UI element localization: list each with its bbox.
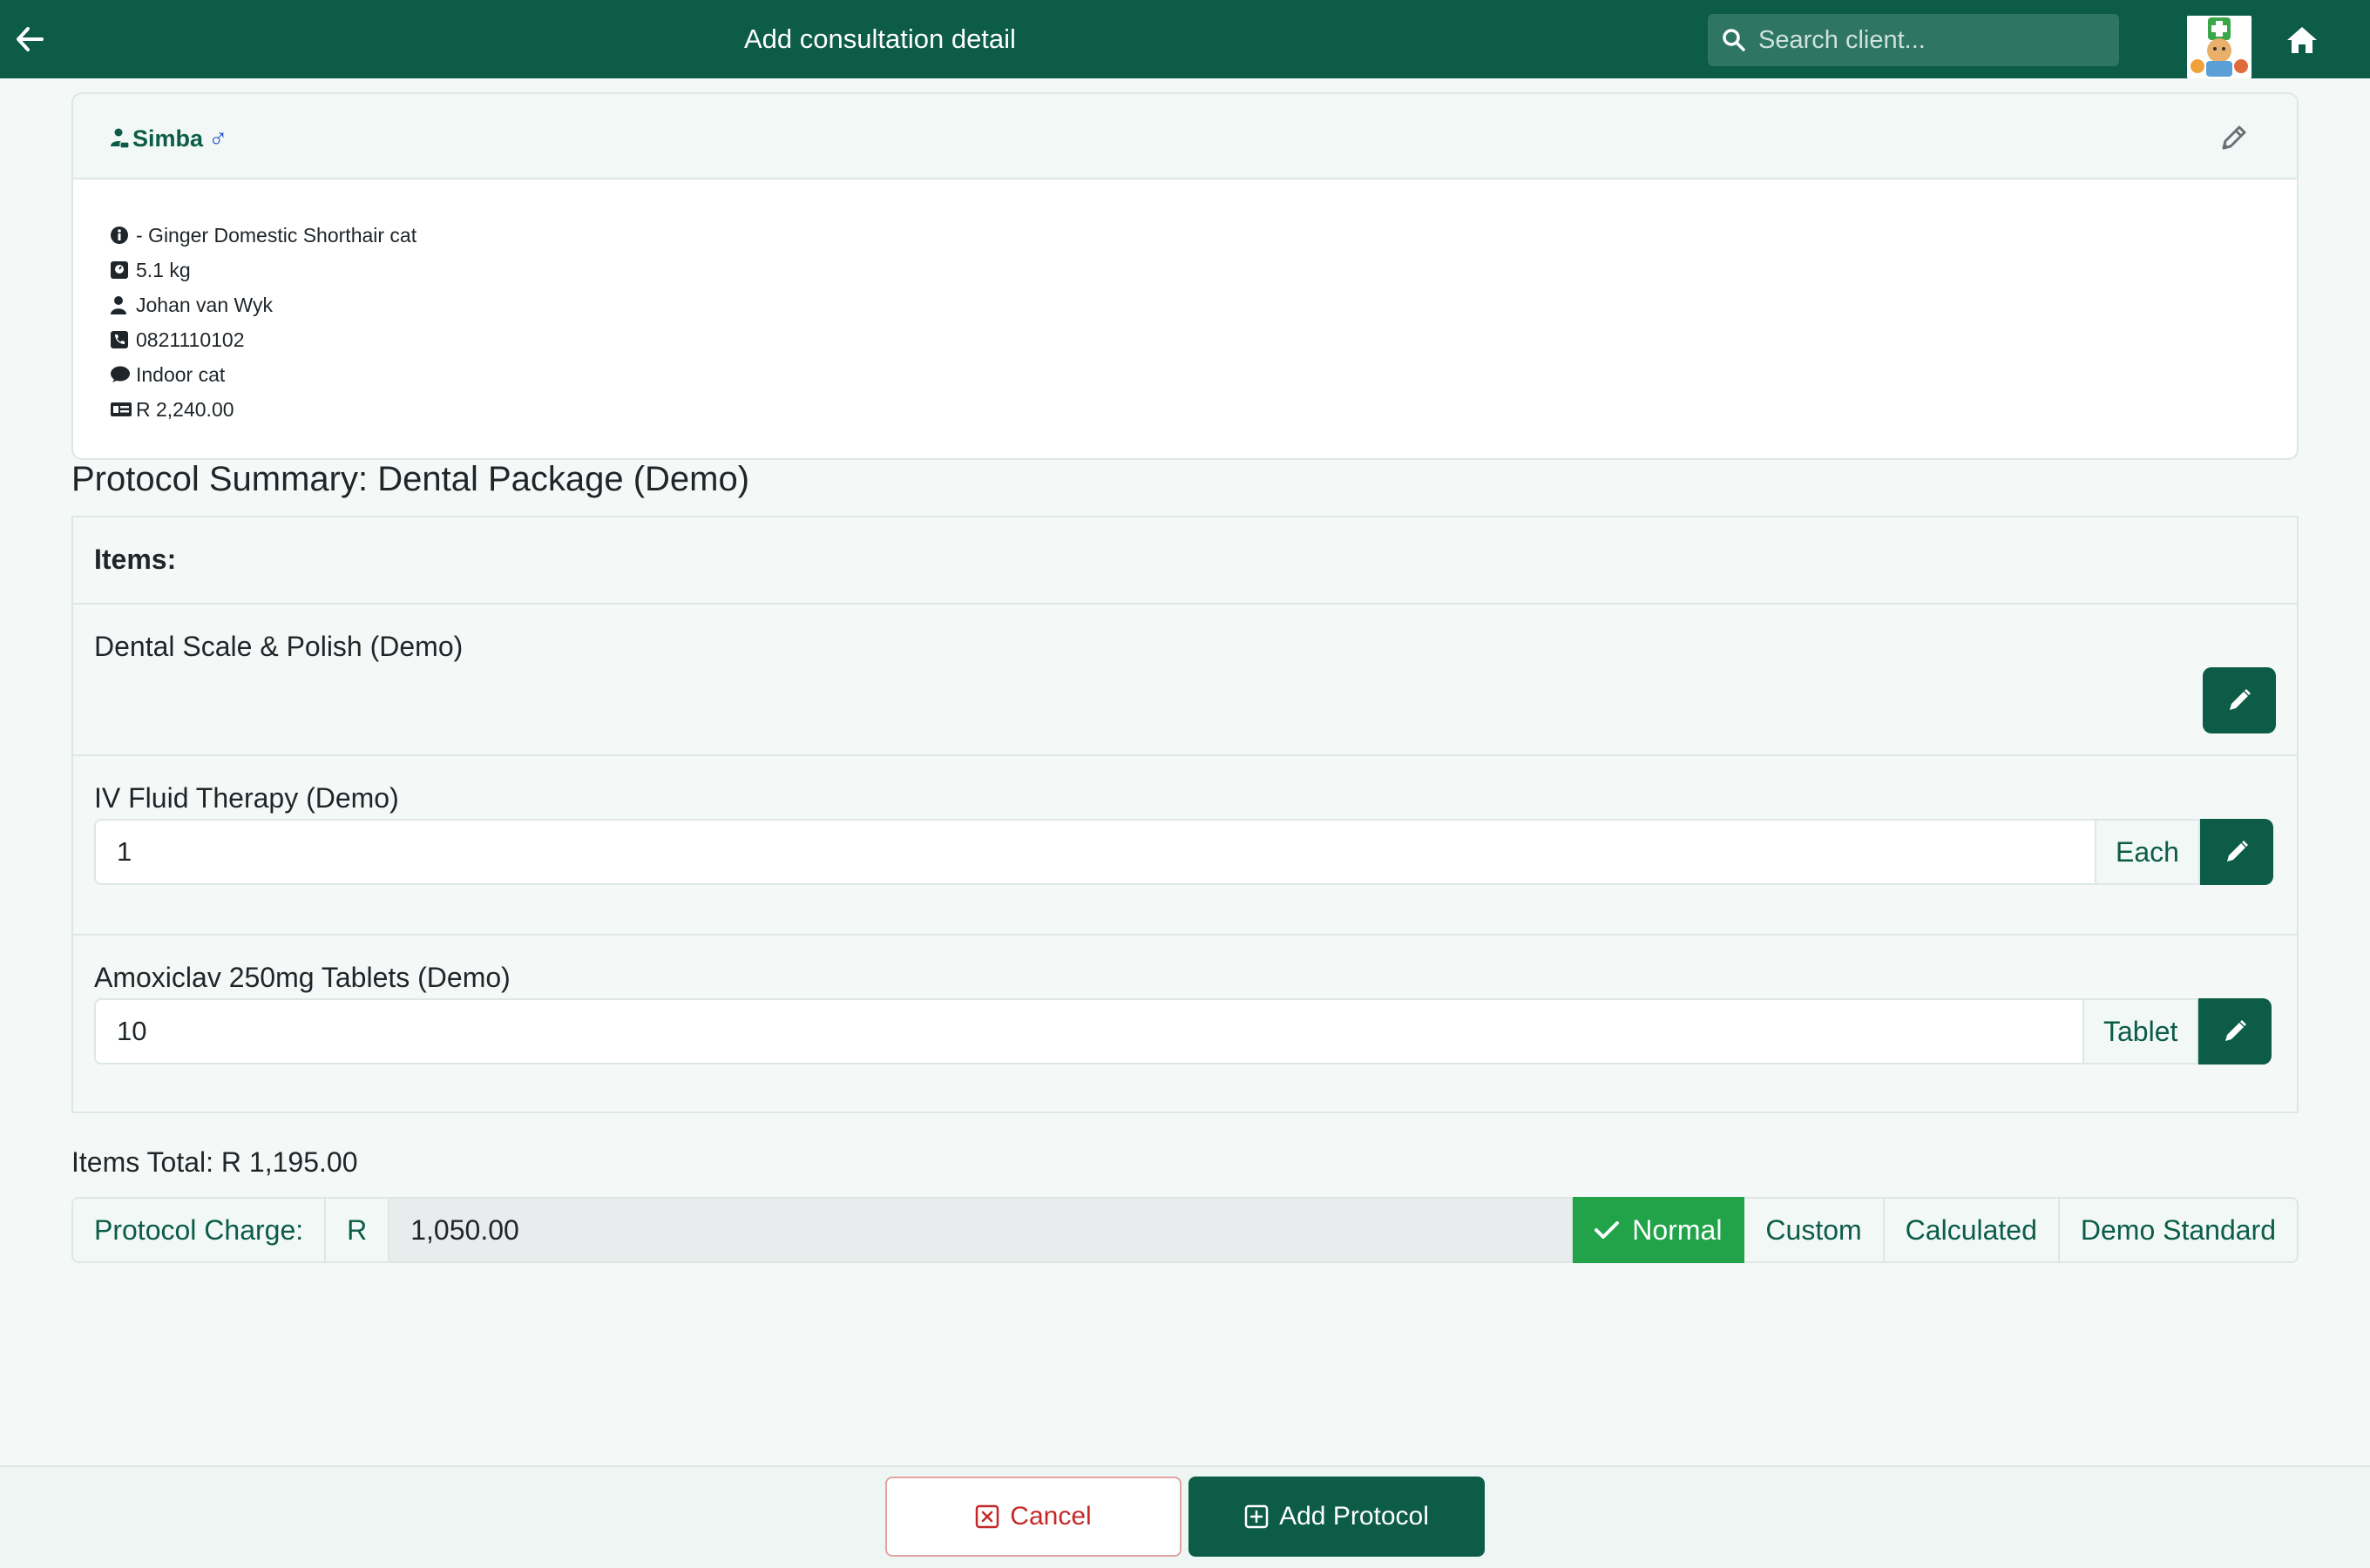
home-button[interactable] [2283,21,2321,59]
patient-note: Indoor cat [136,362,226,386]
edit-item-button[interactable] [2198,998,2272,1064]
item-name: IV Fluid Therapy (Demo) [94,782,399,814]
page-title: Add consultation detail [744,24,1016,54]
owner-name: Johan van Wyk [136,293,274,316]
item-name: Amoxiclav 250mg Tablets (Demo) [94,962,511,993]
footer-actions: Cancel Add Protocol [0,1465,2370,1568]
top-app-bar: Add consultation detail [0,0,2370,78]
cancel-button[interactable]: Cancel [885,1477,1182,1557]
protocol-item: IV Fluid Therapy (Demo) Each [73,756,2297,936]
comment-icon [111,366,130,382]
patient-card-header: Simba ♂ [73,94,2297,179]
vet-patient-icon [111,128,130,149]
owner-phone: 0821110102 [136,328,245,351]
male-icon: ♂ [208,124,228,152]
normal-price-button[interactable]: Normal [1573,1197,1745,1263]
protocol-charge-label: Protocol Charge: [71,1197,327,1263]
cancel-label: Cancel [1010,1502,1092,1531]
pencil-icon [2230,689,2251,710]
weight-icon [111,261,128,279]
patient-card: Simba ♂ - Ginger Domestic Shorthair cat [71,92,2299,460]
protocol-charge-input[interactable] [389,1197,1574,1263]
phone-icon [111,331,128,348]
protocol-item: Dental Scale & Polish (Demo) [73,605,2297,756]
quantity-input[interactable] [94,998,2082,1064]
quantity-group: Tablet [94,998,2272,1064]
clinic-logo[interactable] [2187,16,2252,78]
edit-item-button[interactable] [2203,667,2276,733]
items-heading: Items: [73,517,2297,605]
pencil-icon [2225,1020,2247,1041]
balance-row: R 2,240.00 [110,392,2297,427]
pencil-icon [2222,125,2246,150]
patient-details: - Ginger Domestic Shorthair cat 5.1 kg J… [73,179,2297,427]
add-protocol-label: Add Protocol [1279,1502,1429,1531]
items-total: Items Total: R 1,195.00 [71,1146,358,1178]
close-square-icon [976,1504,999,1529]
protocol-items-panel: Items: Dental Scale & Polish (Demo) IV F… [71,516,2299,1113]
edit-patient-button[interactable] [2215,118,2253,157]
plus-square-icon [1244,1504,1269,1529]
normal-price-label: Normal [1632,1213,1723,1246]
home-icon [2287,27,2317,53]
account-balance: R 2,240.00 [136,397,234,421]
item-name: Dental Scale & Polish (Demo) [94,631,464,662]
protocol-summary-title: Protocol Summary: Dental Package (Demo) [71,460,750,498]
add-protocol-button[interactable]: Add Protocol [1188,1477,1485,1557]
search-input[interactable] [1758,25,2107,55]
phone-row: 0821110102 [110,322,2297,357]
patient-breed: - Ginger Domestic Shorthair cat [136,223,417,247]
info-icon [111,226,128,244]
back-button[interactable] [12,22,47,57]
search-icon [1723,29,1745,51]
note-row: Indoor cat [110,357,2297,392]
patient-weight: 5.1 kg [136,258,191,281]
unit-label: Each [2095,819,2200,885]
quantity-input[interactable] [94,819,2095,885]
money-icon [111,402,132,416]
patient-weight-row: 5.1 kg [110,253,2297,287]
quantity-group: Each [94,819,2273,885]
custom-price-button[interactable]: Custom [1744,1197,1885,1263]
patient-name-text: Simba [132,125,204,152]
pencil-icon [2226,841,2248,862]
demo-standard-price-button[interactable]: Demo Standard [2059,1197,2299,1263]
arrow-left-icon [17,27,44,51]
owner-row: Johan van Wyk [110,287,2297,322]
currency-label: R [326,1197,390,1263]
calculated-price-button[interactable]: Calculated [1884,1197,2060,1263]
check-icon [1595,1221,1620,1239]
edit-item-button[interactable] [2199,819,2273,885]
protocol-item: Amoxiclav 250mg Tablets (Demo) Tablet [73,936,2297,1112]
patient-name[interactable]: Simba ♂ [108,124,228,153]
user-icon [111,296,126,314]
client-search[interactable] [1708,14,2119,66]
unit-label: Tablet [2082,998,2199,1064]
protocol-charge-group: Protocol Charge: R Normal Custom Calcula… [71,1197,2299,1263]
patient-breed-row: - Ginger Domestic Shorthair cat [110,218,2297,253]
